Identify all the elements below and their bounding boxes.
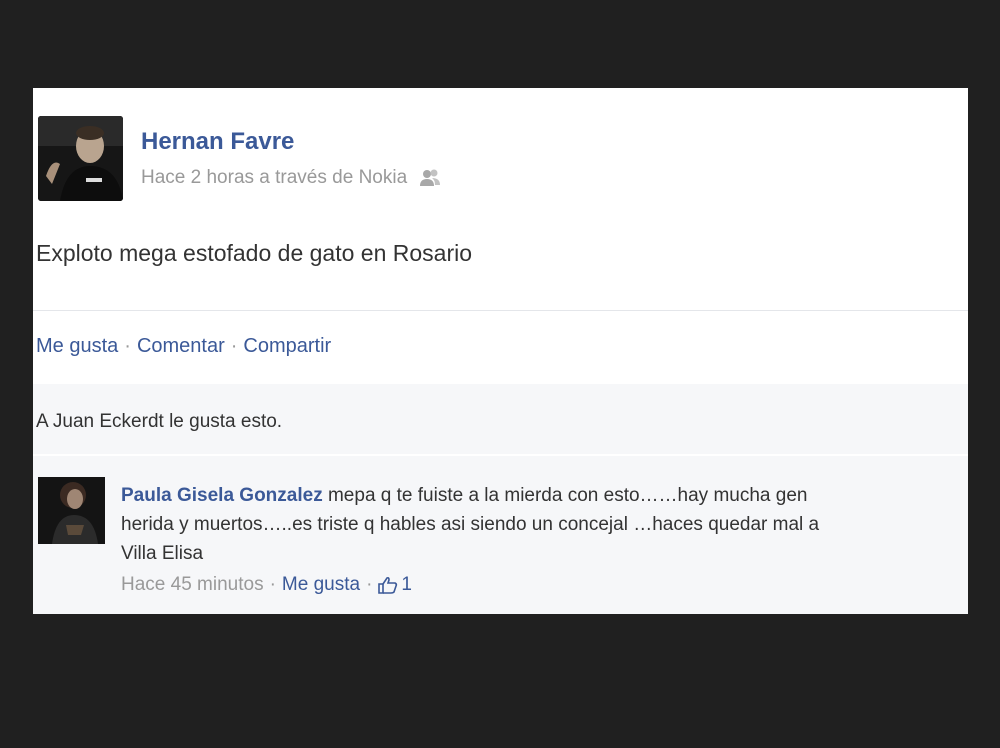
- thumbs-up-icon[interactable]: [378, 576, 398, 594]
- likes-summary: A Juan Eckerdt le gusta esto.: [36, 411, 283, 432]
- commenter-avatar[interactable]: [38, 477, 105, 544]
- separator: ·: [124, 335, 131, 357]
- comment-meta: Hace 45 minutos · Me gusta · 1: [121, 574, 412, 596]
- post-timestamp[interactable]: Hace 2 horas a través de Nokia: [141, 167, 407, 189]
- commenter-name[interactable]: Paula Gisela Gonzalez: [121, 485, 323, 506]
- post-card: Hernan Favre Hace 2 horas a través de No…: [33, 88, 968, 614]
- comment-text-line-1: mepa q te fuiste a la mierda con esto……h…: [327, 485, 808, 506]
- comment-button[interactable]: Comentar: [137, 335, 225, 357]
- like-button[interactable]: Me gusta: [36, 335, 118, 357]
- share-button[interactable]: Compartir: [243, 335, 331, 357]
- post-text: Exploto mega estofado de gato en Rosario: [36, 240, 473, 266]
- separator: ·: [366, 574, 373, 595]
- post-actions: Me gusta · Comentar · Compartir: [36, 335, 331, 358]
- author-avatar[interactable]: [38, 116, 123, 201]
- comment-like-button[interactable]: Me gusta: [282, 574, 360, 596]
- post-meta: Hace 2 horas a través de Nokia: [141, 167, 441, 189]
- comment-text-line-3: Villa Elisa: [121, 543, 204, 564]
- divider: [33, 310, 968, 311]
- separator: ·: [230, 335, 238, 357]
- author-name[interactable]: Hernan Favre: [141, 128, 294, 156]
- comment-timestamp[interactable]: Hace 45 minutos: [121, 574, 264, 596]
- friends-icon[interactable]: [419, 168, 441, 188]
- separator: ·: [269, 574, 276, 595]
- comment-like-count[interactable]: 1: [401, 574, 412, 596]
- comment-text-line-2: herida y muertos…..es triste q hables as…: [121, 514, 820, 535]
- comment-body: Paula Gisela Gonzalez mepa q te fuiste a…: [121, 481, 968, 568]
